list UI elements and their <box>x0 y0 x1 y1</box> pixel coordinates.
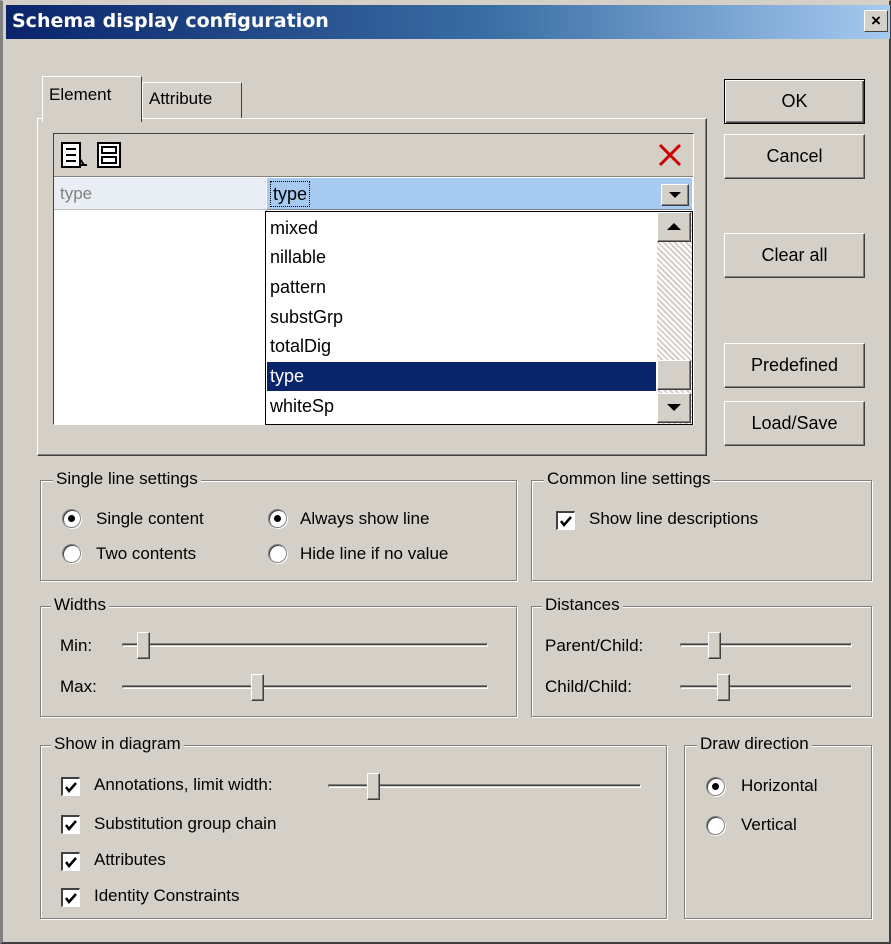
substitution-group-checkbox[interactable] <box>61 815 80 834</box>
load-save-button[interactable]: Load/Save <box>724 401 865 446</box>
tab-attribute-label: Attribute <box>149 89 213 108</box>
show-line-descriptions-checkbox[interactable] <box>556 511 575 530</box>
tab-element-label: Element <box>49 85 112 104</box>
cancel-button[interactable]: Cancel <box>724 134 865 179</box>
single-line-settings-group: Single line settings <box>40 469 517 581</box>
two-contents-label: Two contents <box>96 544 197 563</box>
common-line-settings-title: Common line settings <box>544 469 714 489</box>
list-item[interactable]: whiteSp <box>267 392 656 421</box>
close-icon: × <box>871 11 881 30</box>
substitution-group-label: Substitution group chain <box>94 814 277 833</box>
grid-toolbar <box>54 134 693 177</box>
show-in-diagram-title: Show in diagram <box>51 734 184 754</box>
window-title: Schema display configuration <box>12 10 329 32</box>
line-value-combo[interactable]: type <box>267 178 692 210</box>
show-line-descriptions-label: Show line descriptions <box>589 509 759 528</box>
child-child-label: Child/Child: <box>545 677 632 696</box>
ok-button[interactable]: OK <box>724 79 865 124</box>
hide-line-label: Hide line if no value <box>300 544 449 563</box>
parent-child-slider-track[interactable] <box>680 643 852 647</box>
min-width-slider-thumb[interactable] <box>137 632 150 659</box>
combo-dropdown-button[interactable] <box>661 184 689 206</box>
parent-child-slider-thumb[interactable] <box>708 632 721 659</box>
min-label: Min: <box>60 636 93 655</box>
max-width-slider-thumb[interactable] <box>251 674 264 701</box>
draw-direction-title: Draw direction <box>697 734 812 754</box>
identity-constraints-label: Identity Constraints <box>94 886 240 905</box>
delete-line-icon[interactable] <box>654 139 686 171</box>
insert-line-icon[interactable] <box>94 139 126 171</box>
annotations-checkbox[interactable] <box>61 777 80 796</box>
widths-title: Widths <box>51 595 109 615</box>
table-row[interactable]: type type <box>54 178 693 210</box>
identity-constraints-checkbox[interactable] <box>61 888 80 907</box>
check-icon <box>65 893 77 904</box>
combo-dropdown-list[interactable]: mixed nillable pattern substGrp totalDig… <box>265 211 693 425</box>
scroll-up-button[interactable] <box>657 212 691 242</box>
scroll-down-button[interactable] <box>657 393 691 423</box>
list-item[interactable]: pattern <box>267 273 656 302</box>
max-label: Max: <box>60 677 97 696</box>
tab-attribute[interactable]: Attribute <box>142 82 242 118</box>
single-content-label: Single content <box>96 509 204 528</box>
list-scrollbar[interactable] <box>657 212 692 424</box>
child-child-slider-thumb[interactable] <box>717 674 730 701</box>
list-item[interactable]: nillable <box>267 243 656 272</box>
max-width-slider-track[interactable] <box>122 685 488 689</box>
common-line-settings-group: Common line settings <box>531 469 872 581</box>
child-child-slider-track[interactable] <box>680 685 852 689</box>
horizontal-radio[interactable] <box>706 777 725 796</box>
vertical-label: Vertical <box>741 815 797 834</box>
distances-title: Distances <box>542 595 623 615</box>
two-contents-radio[interactable] <box>62 544 81 563</box>
annotations-width-slider-thumb[interactable] <box>367 773 380 800</box>
title-bar: Schema display configuration × <box>6 5 890 39</box>
list-item[interactable]: totalDig <box>267 332 656 361</box>
line-name-cell[interactable]: type <box>54 178 266 210</box>
horizontal-label: Horizontal <box>741 776 818 795</box>
tab-element[interactable]: Element <box>42 76 142 122</box>
min-width-slider-track[interactable] <box>122 643 488 647</box>
list-item[interactable]: substGrp <box>267 303 656 332</box>
chevron-up-icon <box>667 223 681 230</box>
close-button[interactable]: × <box>864 10 888 32</box>
single-content-radio[interactable] <box>62 509 81 528</box>
append-line-icon[interactable] <box>58 139 90 171</box>
check-icon <box>560 516 572 527</box>
predefined-button[interactable]: Predefined <box>724 343 865 388</box>
annotations-label: Annotations, limit width: <box>94 775 273 794</box>
single-line-settings-title: Single line settings <box>53 469 201 489</box>
parent-child-label: Parent/Child: <box>545 636 644 655</box>
list-item[interactable]: mixed <box>267 214 656 243</box>
widths-group: Widths <box>40 595 517 717</box>
attributes-label: Attributes <box>94 850 166 869</box>
always-show-line-label: Always show line <box>300 509 430 528</box>
distances-group: Distances <box>531 595 872 717</box>
check-icon <box>65 782 77 793</box>
check-icon <box>65 820 77 831</box>
list-item-selected[interactable]: type <box>267 362 656 391</box>
scroll-thumb[interactable] <box>657 360 691 390</box>
chevron-down-icon <box>667 404 681 411</box>
chevron-down-icon <box>669 192 681 198</box>
always-show-line-radio[interactable] <box>268 509 287 528</box>
clear-all-button[interactable]: Clear all <box>724 233 865 278</box>
attributes-checkbox[interactable] <box>61 852 80 871</box>
combo-value: type <box>270 181 311 207</box>
check-icon <box>65 857 77 868</box>
hide-line-radio[interactable] <box>268 544 287 563</box>
vertical-radio[interactable] <box>706 816 725 835</box>
